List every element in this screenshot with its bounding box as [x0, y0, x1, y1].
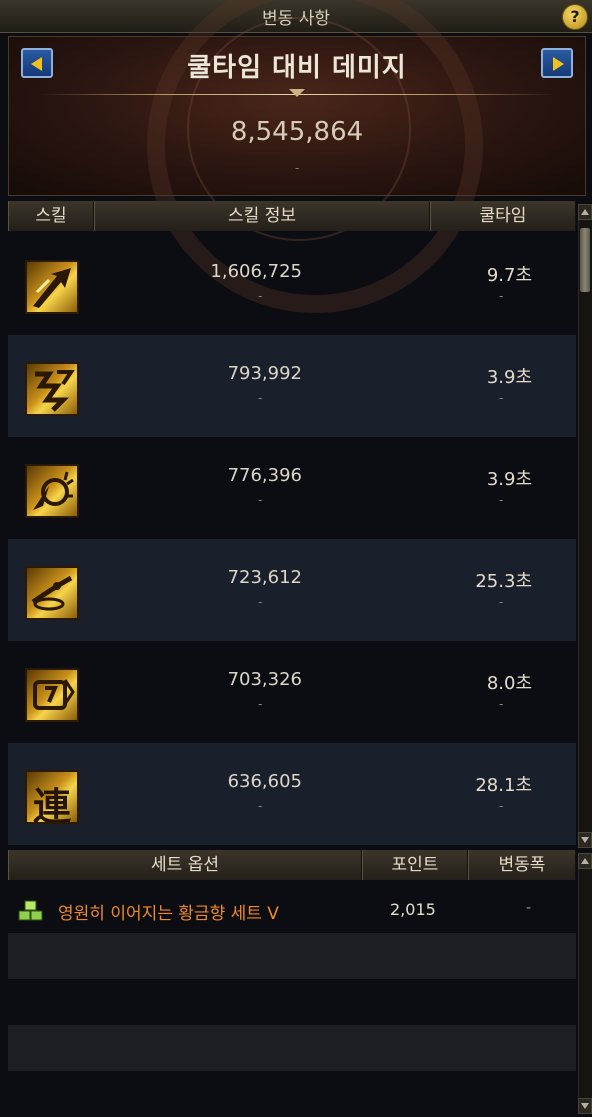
- skill-scroll-down-button[interactable]: [578, 832, 592, 848]
- help-button[interactable]: ?: [562, 4, 588, 30]
- skill-cooldown: 8.0초: [486, 673, 532, 694]
- banner-value: 8,545,864: [230, 117, 364, 147]
- skill-cooldown: 9.7초: [486, 265, 532, 286]
- skill-cooldown: 25.3초: [475, 571, 532, 592]
- column-header-change[interactable]: 변동폭: [468, 850, 576, 880]
- chain-combo-glyph: 連: [32, 785, 71, 824]
- column-header-cooldown[interactable]: 쿨타임: [430, 201, 576, 231]
- skill-cooldown-change: -: [499, 799, 504, 813]
- skill-cooldown: 3.9초: [486, 367, 532, 388]
- skill-damage: 636,605: [227, 771, 302, 792]
- scroll-down-icon: [581, 837, 589, 843]
- skill-scrollbar-thumb[interactable]: [580, 228, 590, 292]
- skill-damage-change: -: [258, 595, 263, 609]
- shield-strike-icon: [25, 668, 79, 722]
- skill-damage-change: -: [258, 493, 263, 507]
- chain-combo-icon: 連: [25, 770, 79, 824]
- skill-row[interactable]: 連 636,605 - 28.1초 -: [8, 743, 576, 845]
- set-change-value: -: [526, 900, 532, 916]
- swirl-dash-icon: [25, 566, 79, 620]
- skill-table-body: 1,606,725 - 9.7초 - 793,992 - 3.9초 - 776,…: [8, 233, 576, 845]
- banner-change: -: [294, 161, 300, 175]
- skill-row[interactable]: 1,606,725 - 9.7초 -: [8, 233, 576, 335]
- skill-scrollbar-track[interactable]: [578, 220, 592, 832]
- banner-title: 쿨타임 대비 데미지: [187, 53, 407, 83]
- skill-damage: 793,992: [227, 363, 302, 384]
- set-option-name: 영원히 이어지는 황금향 세트 V: [58, 904, 279, 924]
- set-table-header: 세트 옵션 포인트 변동폭: [8, 850, 576, 880]
- skill-damage-change: -: [258, 391, 263, 405]
- set-row[interactable]: 영원히 이어지는 황금향 세트 V 2,015 -: [8, 887, 576, 933]
- skill-damage: 723,612: [227, 567, 302, 588]
- skill-damage-change: -: [258, 289, 263, 303]
- set-row-empty: [8, 1071, 576, 1117]
- set-row-empty: [8, 979, 576, 1025]
- skill-damage-change: -: [258, 799, 263, 813]
- scroll-up-icon: [581, 209, 589, 215]
- set-item-icon: [18, 900, 43, 921]
- skill-cooldown-change: -: [499, 697, 504, 711]
- skill-cooldown-change: -: [499, 289, 504, 303]
- radiant-burst-icon: [25, 464, 79, 518]
- column-header-point[interactable]: 포인트: [362, 850, 468, 880]
- skill-cooldown-change: -: [499, 595, 504, 609]
- set-table-body: 영원히 이어지는 황금향 세트 V 2,015 -: [8, 887, 576, 1117]
- column-header-skill[interactable]: 스킬: [8, 201, 94, 231]
- skill-table-header: 스킬 스킬 정보 쿨타임: [8, 201, 576, 231]
- skill-damage: 1,606,725: [210, 261, 302, 282]
- skill-row[interactable]: 776,396 - 3.9초 -: [8, 437, 576, 539]
- skill-row[interactable]: 793,992 - 3.9초 -: [8, 335, 576, 437]
- set-scrollbar-track[interactable]: [578, 869, 592, 1098]
- skill-scroll-up-button[interactable]: [578, 204, 592, 220]
- skill-damage: 703,326: [227, 669, 302, 690]
- set-row-empty: [8, 933, 576, 979]
- caret-down-icon: [289, 89, 305, 97]
- set-point-value: 2,015: [390, 900, 436, 919]
- skill-row[interactable]: 703,326 - 8.0초 -: [8, 641, 576, 743]
- skill-row[interactable]: 723,612 - 25.3초 -: [8, 539, 576, 641]
- skill-cooldown: 3.9초: [486, 469, 532, 490]
- summary-banner: 쿨타임 대비 데미지 8,545,864 -: [8, 0, 586, 313]
- skill-cooldown-change: -: [499, 493, 504, 507]
- skill-cooldown: 28.1초: [475, 775, 532, 796]
- set-scroll-down-button[interactable]: [578, 1098, 592, 1114]
- skill-damage: 776,396: [227, 465, 302, 486]
- skill-cooldown-change: -: [499, 391, 504, 405]
- set-row-empty: [8, 1025, 576, 1071]
- column-header-skill-info[interactable]: 스킬 정보: [94, 201, 430, 231]
- set-scroll-up-button[interactable]: [578, 853, 592, 869]
- scroll-down-icon: [581, 1103, 589, 1109]
- lightning-arrow-icon: [25, 260, 79, 314]
- zigzag-strike-icon: [25, 362, 79, 416]
- scroll-up-icon: [581, 858, 589, 864]
- skill-damage-change: -: [258, 697, 263, 711]
- column-header-set-option[interactable]: 세트 옵션: [8, 850, 362, 880]
